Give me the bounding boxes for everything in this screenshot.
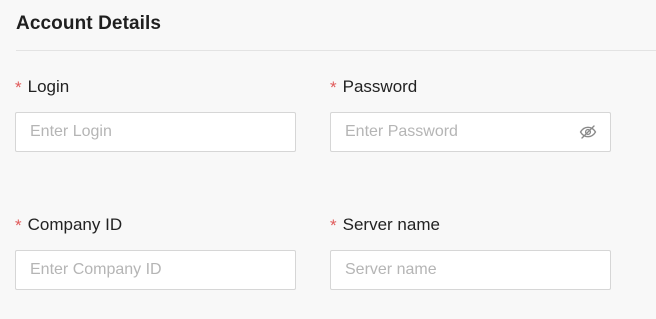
- password-label-row: * Password: [330, 76, 611, 98]
- company-id-input-box: [15, 250, 296, 290]
- login-label: Login: [27, 77, 70, 96]
- server-name-label: Server name: [342, 215, 440, 234]
- server-name-field-group: * Server name: [330, 214, 611, 290]
- required-asterisk: *: [15, 216, 22, 235]
- server-name-input-box: [330, 250, 611, 290]
- company-id-field-group: * Company ID: [15, 214, 296, 290]
- company-id-label-row: * Company ID: [15, 214, 296, 236]
- login-label-row: * Login: [15, 76, 296, 98]
- login-field-group: * Login: [15, 76, 296, 152]
- required-asterisk: *: [330, 78, 337, 97]
- company-id-label: Company ID: [27, 215, 123, 234]
- password-label: Password: [342, 77, 418, 96]
- password-input-box: [330, 112, 611, 152]
- password-field-group: * Password: [330, 76, 611, 152]
- section-title: Account Details: [16, 13, 162, 34]
- company-id-input[interactable]: [16, 251, 295, 289]
- required-asterisk: *: [330, 216, 337, 235]
- section-divider: [16, 50, 656, 51]
- eye-off-icon[interactable]: [578, 122, 598, 142]
- required-asterisk: *: [15, 78, 22, 97]
- login-input-box: [15, 112, 296, 152]
- password-input[interactable]: [331, 113, 610, 151]
- login-input[interactable]: [16, 113, 295, 151]
- server-name-input[interactable]: [331, 251, 610, 289]
- server-name-label-row: * Server name: [330, 214, 611, 236]
